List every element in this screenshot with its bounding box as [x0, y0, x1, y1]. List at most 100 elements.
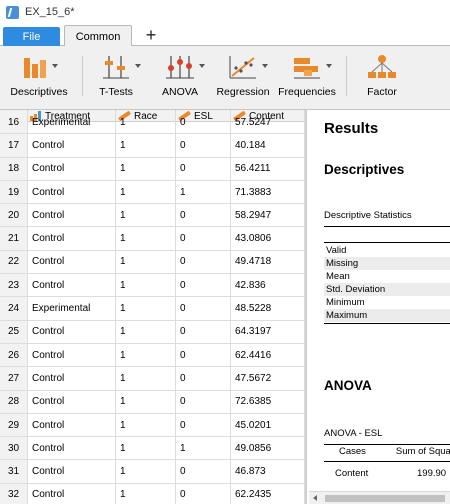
- cell-race[interactable]: 1: [116, 157, 176, 180]
- cell-race[interactable]: 1: [116, 320, 176, 343]
- cell-content[interactable]: 48.5228: [231, 297, 305, 320]
- cell-content[interactable]: 64.3197: [231, 320, 305, 343]
- cell-content[interactable]: 45.0201: [231, 413, 305, 437]
- cell-esl[interactable]: 0: [176, 367, 231, 390]
- cell-esl[interactable]: 0: [176, 111, 231, 134]
- results-pane[interactable]: Results Descriptives Descriptive Statist…: [309, 110, 450, 504]
- cell-content[interactable]: 58.2947: [231, 204, 305, 227]
- cell-race[interactable]: 1: [116, 390, 176, 413]
- add-module-button[interactable]: +: [141, 24, 161, 46]
- table-row[interactable]: 29 Control 1 0 45.0201: [0, 413, 305, 438]
- cell-race[interactable]: 1: [116, 227, 176, 250]
- cell-treatment[interactable]: Control: [28, 320, 116, 343]
- anova-button[interactable]: ANOVA: [158, 54, 205, 102]
- row-number[interactable]: 25: [0, 320, 28, 343]
- cell-content[interactable]: 62.2435: [231, 483, 305, 504]
- cell-treatment[interactable]: Control: [28, 250, 116, 274]
- table-row[interactable]: 32 Control 1 0 62.2435: [0, 483, 305, 504]
- cell-treatment[interactable]: Control: [28, 204, 116, 227]
- factor-button[interactable]: Factor: [360, 54, 404, 102]
- row-number[interactable]: 28: [0, 390, 28, 413]
- cell-treatment[interactable]: Control: [28, 157, 116, 180]
- table-row[interactable]: 23 Control 1 0 42.836: [0, 274, 305, 298]
- cell-race[interactable]: 1: [116, 483, 176, 504]
- cell-race[interactable]: 1: [116, 274, 176, 297]
- cell-content[interactable]: 42.836: [231, 274, 305, 297]
- cell-race[interactable]: 1: [116, 297, 176, 320]
- row-number[interactable]: 21: [0, 227, 28, 250]
- row-number[interactable]: 32: [0, 483, 28, 504]
- cell-esl[interactable]: 0: [176, 320, 231, 343]
- cell-treatment[interactable]: Control: [28, 413, 116, 437]
- row-number[interactable]: 18: [0, 157, 28, 180]
- table-row[interactable]: 27 Control 1 0 47.5672: [0, 367, 305, 391]
- cell-content[interactable]: 47.5672: [231, 367, 305, 390]
- cell-treatment[interactable]: Control: [28, 390, 116, 413]
- cell-treatment[interactable]: Experimental: [28, 111, 116, 134]
- cell-content[interactable]: 62.4416: [231, 343, 305, 367]
- cell-race[interactable]: 1: [116, 367, 176, 390]
- cell-esl[interactable]: 0: [176, 390, 231, 413]
- cell-content[interactable]: 57.5247: [231, 111, 305, 134]
- cell-treatment[interactable]: Control: [28, 483, 116, 504]
- row-number[interactable]: 23: [0, 274, 28, 297]
- cell-esl[interactable]: 0: [176, 297, 231, 320]
- table-row[interactable]: 18 Control 1 0 56.4211: [0, 157, 305, 181]
- cell-race[interactable]: 1: [116, 413, 176, 437]
- row-number[interactable]: 17: [0, 134, 28, 157]
- cell-content[interactable]: 49.4718: [231, 250, 305, 274]
- row-number[interactable]: 27: [0, 367, 28, 390]
- cell-esl[interactable]: 0: [176, 274, 231, 297]
- cell-esl[interactable]: 0: [176, 227, 231, 250]
- cell-content[interactable]: 43.0806: [231, 227, 305, 250]
- row-number[interactable]: 24: [0, 297, 28, 320]
- cell-esl[interactable]: 0: [176, 204, 231, 227]
- cell-esl[interactable]: 0: [176, 250, 231, 274]
- tab-file[interactable]: File: [3, 27, 60, 46]
- cell-race[interactable]: 1: [116, 460, 176, 483]
- table-row[interactable]: 30 Control 1 1 49.0856: [0, 437, 305, 461]
- table-row[interactable]: 28 Control 1 0 72.6385: [0, 390, 305, 414]
- cell-race[interactable]: 1: [116, 343, 176, 367]
- cell-esl[interactable]: 0: [176, 343, 231, 367]
- scroll-left-icon[interactable]: [313, 495, 317, 501]
- descriptives-button[interactable]: Descriptives: [10, 54, 68, 102]
- cell-content[interactable]: 72.6385: [231, 390, 305, 413]
- cell-esl[interactable]: 0: [176, 460, 231, 483]
- table-row[interactable]: 25 Control 1 0 64.3197: [0, 320, 305, 344]
- row-number[interactable]: 16: [0, 111, 28, 134]
- cell-treatment[interactable]: Control: [28, 274, 116, 297]
- cell-content[interactable]: 49.0856: [231, 437, 305, 460]
- cell-esl[interactable]: 1: [176, 180, 231, 204]
- cell-content[interactable]: 46.873: [231, 460, 305, 483]
- cell-treatment[interactable]: Control: [28, 460, 116, 483]
- table-row[interactable]: 31 Control 1 0 46.873: [0, 460, 305, 484]
- frequencies-button[interactable]: Frequencies: [278, 54, 336, 102]
- cell-race[interactable]: 1: [116, 180, 176, 204]
- table-row[interactable]: 21 Control 1 0 43.0806: [0, 227, 305, 251]
- row-number[interactable]: 29: [0, 413, 28, 437]
- cell-treatment[interactable]: Control: [28, 343, 116, 367]
- table-row[interactable]: 26 Control 1 0 62.4416: [0, 343, 305, 368]
- cell-treatment[interactable]: Control: [28, 180, 116, 204]
- row-number[interactable]: 26: [0, 343, 28, 367]
- table-row[interactable]: 16 Experimental 1 0 57.5247: [0, 111, 305, 135]
- cell-esl[interactable]: 0: [176, 483, 231, 504]
- cell-race[interactable]: 1: [116, 250, 176, 274]
- cell-esl[interactable]: 0: [176, 157, 231, 180]
- row-number[interactable]: 22: [0, 250, 28, 274]
- cell-content[interactable]: 40.184: [231, 134, 305, 157]
- cell-race[interactable]: 1: [116, 437, 176, 460]
- ttests-button[interactable]: T-Tests: [94, 54, 141, 102]
- scrollbar-thumb[interactable]: [325, 495, 445, 502]
- row-number[interactable]: 30: [0, 437, 28, 460]
- table-row[interactable]: 24 Experimental 1 0 48.5228: [0, 297, 305, 321]
- row-number[interactable]: 19: [0, 180, 28, 204]
- cell-esl[interactable]: 0: [176, 134, 231, 157]
- cell-treatment[interactable]: Experimental: [28, 297, 116, 320]
- cell-content[interactable]: 56.4211: [231, 157, 305, 180]
- tab-common[interactable]: Common: [64, 25, 132, 47]
- row-number[interactable]: 20: [0, 204, 28, 227]
- cell-treatment[interactable]: Control: [28, 437, 116, 460]
- table-row[interactable]: 19 Control 1 1 71.3883: [0, 180, 305, 205]
